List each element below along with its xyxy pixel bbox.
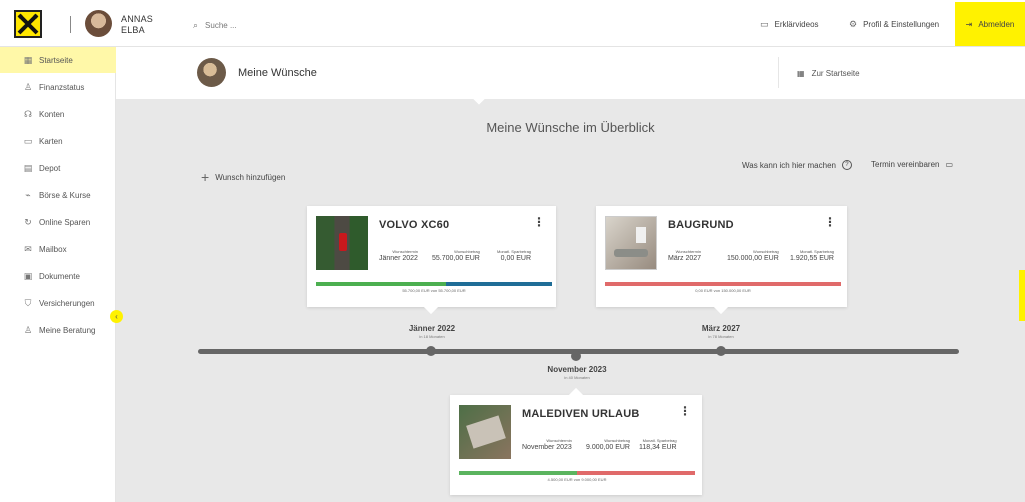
subheader-divider <box>778 57 779 88</box>
wish-card-malediven[interactable]: MALEDIVEN URLAUB ⋮ Wunschtermin November … <box>450 387 702 495</box>
question-icon: ? <box>841 160 852 170</box>
search-box[interactable]: ⌕ Suche ... <box>193 20 237 31</box>
timeline-label-november-2023: November 2023 in 40 Monaten <box>547 365 607 380</box>
explainer-videos-link[interactable]: ▭ Erklärvideos <box>760 19 819 30</box>
user-name-line-1: ANNAS <box>121 14 154 24</box>
wish-title: VOLVO XC60 <box>379 219 450 231</box>
card-icon: ▭ <box>23 135 33 146</box>
sidebar-item-online-sparen[interactable]: ↻ Online Sparen <box>0 209 116 235</box>
metric-monthly-savings: Monatl. Sparbetrag 0,00 EUR <box>497 249 532 262</box>
metric-target-amount: Wunschbetrag 55.700,00 EUR <box>432 249 480 262</box>
refresh-icon: ↻ <box>24 216 32 227</box>
sidebar-item-meine-beratung[interactable]: ♙ Meine Beratung <box>0 317 116 343</box>
more-options-icon[interactable]: ⋮ <box>679 404 691 418</box>
sidebar-item-boerse-kurse[interactable]: ⌁ Börse & Kurse <box>0 182 116 208</box>
card-pointer <box>568 387 584 403</box>
more-options-icon[interactable]: ⋮ <box>824 215 836 229</box>
sidebar-item-dokumente[interactable]: ▣ Dokumente <box>0 263 116 289</box>
document-icon: ▤ <box>23 162 33 173</box>
calendar-icon: ▭ <box>945 160 954 169</box>
user-avatar[interactable] <box>85 10 112 37</box>
progress-caption: 0,00 EUR von 150.000,00 EUR <box>695 288 751 293</box>
home-link[interactable]: ▦ Zur Startseite <box>797 69 860 78</box>
car-image <box>316 216 368 270</box>
progress-track <box>316 282 552 286</box>
logout-button[interactable]: ⇥ Abmelden <box>955 2 1025 46</box>
sidebar-item-mailbox[interactable]: ✉ Mailbox <box>0 236 116 262</box>
progress-track <box>459 471 695 475</box>
sidebar-navigation: ▦ Startseite ♙ Finanzstatus ☊ Konten ▭ Karte… <box>0 47 116 502</box>
user-name-line-2: ELBA <box>121 25 145 35</box>
vacation-image <box>459 405 511 459</box>
progress-caption: 4.500,00 EUR von 9.000,00 EUR <box>547 477 607 482</box>
help-link[interactable]: Was kann ich hier machen ? <box>742 160 852 170</box>
logout-icon: ⇥ <box>965 19 973 29</box>
wish-title: BAUGRUND <box>668 219 734 231</box>
video-icon: ▭ <box>760 19 769 29</box>
metric-target-date: Wunschtermin November 2023 <box>522 438 572 451</box>
progress-fill <box>459 471 695 475</box>
add-wish-button[interactable]: + Wunsch hinzufügen <box>201 169 285 185</box>
metric-monthly-savings: Monatl. Sparbetrag 118,34 EUR <box>639 438 677 451</box>
timeline-label-maerz-2027: März 2027 in 78 Monaten <box>701 324 741 339</box>
right-feedback-tab[interactable] <box>1019 270 1025 321</box>
appointment-link[interactable]: Termin vereinbaren ▭ <box>871 160 953 169</box>
profile-settings-link[interactable]: ⚙ Profil & Einstellungen <box>849 19 939 30</box>
metric-target-amount: Wunschbetrag 150.000,00 EUR <box>727 249 779 262</box>
progress-track <box>605 282 841 286</box>
subheader-notch <box>473 93 485 105</box>
header-separator <box>70 16 71 33</box>
overview-title: Meine Wünsche im Überblick <box>486 120 655 135</box>
chevron-left-icon: ‹ <box>115 312 118 321</box>
plus-icon: + <box>201 169 210 185</box>
more-options-icon[interactable]: ⋮ <box>533 215 545 229</box>
person-money-icon: ♙ <box>23 81 33 92</box>
card-pointer <box>713 299 729 315</box>
metric-target-amount: Wunschbetrag 9.000,00 EUR <box>586 438 630 451</box>
wish-title: MALEDIVEN URLAUB <box>522 408 640 420</box>
top-bar: ANNAS ELBA ⌕ Suche ... ▭ Erklärvideos ⚙ … <box>0 0 1025 47</box>
progress-caption: 55.700,00 EUR von 55.700,00 EUR <box>402 288 466 293</box>
metric-target-date: Wunschtermin Jänner 2022 <box>379 249 418 262</box>
user-name: ANNAS ELBA <box>121 14 153 36</box>
sidebar-item-startseite[interactable]: ▦ Startseite <box>0 47 116 73</box>
interior-image <box>605 216 657 270</box>
sidebar-item-finanzstatus[interactable]: ♙ Finanzstatus <box>0 74 116 100</box>
sidebar-item-karten[interactable]: ▭ Karten <box>0 128 116 154</box>
metric-monthly-savings: Monatl. Sparbetrag 1.920,55 EUR <box>790 249 834 262</box>
card-pointer <box>423 299 439 315</box>
grid-icon: ▦ <box>797 69 805 78</box>
timeline-label-jaenner-2022: Jänner 2022 in 18 Monaten <box>408 324 456 339</box>
search-placeholder: Suche ... <box>205 21 237 30</box>
shield-icon: ⛉ <box>24 297 32 308</box>
page-subheader: Meine Wünsche ▦ Zur Startseite <box>116 47 1025 105</box>
metric-target-date: Wunschtermin März 2027 <box>668 249 702 262</box>
advisor-icon: ♙ <box>23 324 33 335</box>
wish-card-volvo[interactable]: VOLVO XC60 ⋮ Wunschtermin Jänner 2022 Wun… <box>307 206 556 315</box>
chart-icon: ⌁ <box>25 189 31 200</box>
grid-icon: ▦ <box>23 54 33 65</box>
timeline-dot-maerz-2027[interactable] <box>716 346 726 356</box>
progress-fill <box>605 282 841 286</box>
wish-card-baugrund[interactable]: BAUGRUND ⋮ Wunschtermin März 2027 Wunschb… <box>596 206 847 315</box>
raiffeisen-logo[interactable] <box>14 10 42 38</box>
sidebar-item-konten[interactable]: ☊ Konten <box>0 101 116 127</box>
timeline-dot-jaenner-2022[interactable] <box>426 346 436 356</box>
search-icon: ⌕ <box>193 20 199 30</box>
sidebar-item-versicherungen[interactable]: ⛉ Versicherungen <box>0 290 116 316</box>
page-title: Meine Wünsche <box>238 67 317 79</box>
sidebar-item-depot[interactable]: ▤ Depot <box>0 155 116 181</box>
hand-coin-icon: ☊ <box>24 108 32 119</box>
wishes-avatar <box>197 58 226 87</box>
timeline-dot-november-2023[interactable] <box>571 351 581 361</box>
sidebar-collapse-button[interactable]: ‹ <box>110 310 123 323</box>
logo-icon <box>17 13 39 35</box>
files-icon: ▣ <box>23 270 33 281</box>
progress-fill <box>316 282 552 286</box>
mail-icon: ✉ <box>24 243 32 254</box>
gear-icon: ⚙ <box>849 19 858 29</box>
